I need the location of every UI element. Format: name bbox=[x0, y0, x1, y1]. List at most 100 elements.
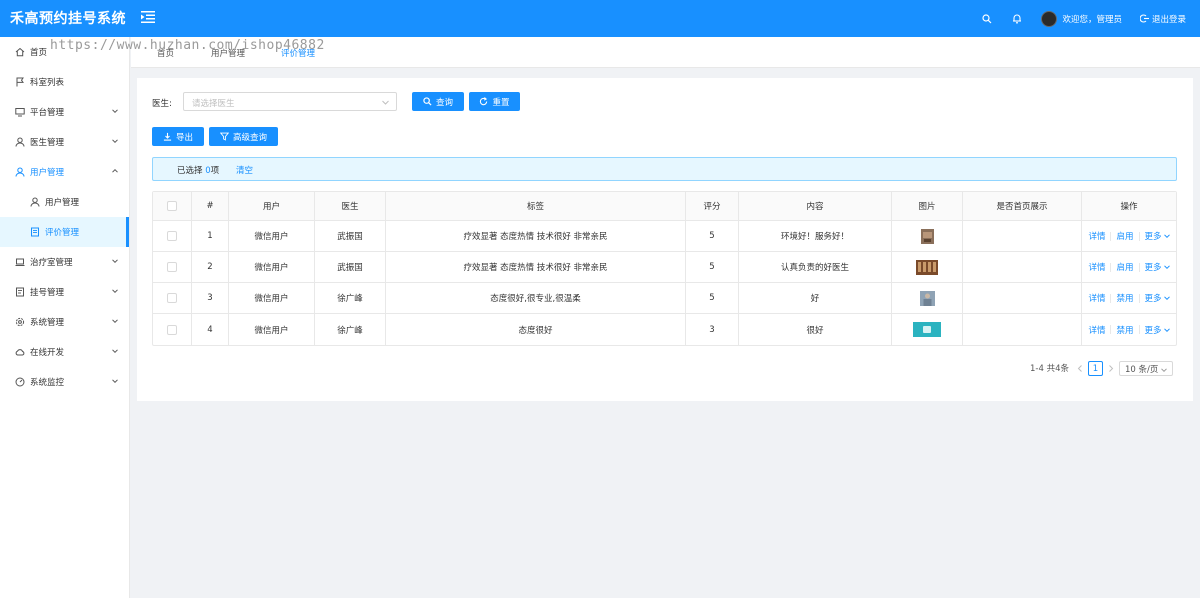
row-checkbox[interactable] bbox=[167, 262, 177, 272]
row-select-cell bbox=[153, 252, 192, 282]
more-label: 更多 bbox=[1144, 232, 1162, 242]
sidebar-item-label: 系统管理 bbox=[30, 318, 65, 328]
disable-link[interactable]: 禁用 bbox=[1116, 292, 1133, 304]
avatar[interactable] bbox=[1041, 10, 1058, 27]
column-header: 标签 bbox=[386, 192, 686, 220]
detail-link[interactable]: 详情 bbox=[1088, 261, 1105, 273]
row-checkbox[interactable] bbox=[167, 293, 177, 303]
detail-link[interactable]: 详情 bbox=[1088, 324, 1105, 336]
sidebar-item-doctors[interactable]: 医生管理 bbox=[0, 127, 129, 157]
chevron-down-icon bbox=[1163, 265, 1170, 270]
column-header: 是否首页展示 bbox=[963, 192, 1082, 220]
search-icon bbox=[423, 97, 432, 106]
content-cell: 很好 bbox=[739, 314, 892, 345]
sidebar-item-platform[interactable]: 平台管理 bbox=[0, 97, 129, 127]
reset-button[interactable]: 重置 bbox=[469, 92, 520, 111]
chevron-down-icon bbox=[112, 319, 118, 324]
user-icon bbox=[15, 167, 25, 177]
sidebar-item-departments[interactable]: 科室列表 bbox=[0, 67, 129, 97]
chevron-down-icon bbox=[112, 289, 118, 294]
column-header: 内容 bbox=[739, 192, 892, 220]
sidebar-item-treatment-rooms[interactable]: 治疗室管理 bbox=[0, 247, 129, 277]
detail-link[interactable]: 详情 bbox=[1088, 292, 1105, 304]
row-checkbox[interactable] bbox=[167, 231, 177, 241]
logout-button[interactable]: 退出登录 bbox=[1139, 13, 1186, 25]
user-cell: 微信用户 bbox=[229, 221, 315, 251]
user-cell: 微信用户 bbox=[229, 314, 315, 345]
disable-link[interactable]: 禁用 bbox=[1116, 324, 1133, 336]
reviews-table: # 用户 医生 标签 评分 内容 图片 是否首页展示 操作 1 微信用户 武振国… bbox=[152, 191, 1177, 346]
sidebar-item-users[interactable]: 用户管理 bbox=[0, 157, 129, 187]
monitor-icon bbox=[15, 107, 25, 117]
detail-link[interactable]: 详情 bbox=[1088, 230, 1105, 242]
more-dropdown[interactable]: 更多 bbox=[1145, 324, 1170, 336]
clear-selection-link[interactable]: 清空 bbox=[236, 164, 253, 176]
active-tab-indicator bbox=[268, 28, 333, 30]
search-icon[interactable] bbox=[981, 13, 993, 25]
sidebar-item-online-dev[interactable]: 在线开发 bbox=[0, 337, 129, 367]
menu-fold-icon[interactable] bbox=[141, 11, 155, 23]
content-cell: 好 bbox=[739, 283, 892, 313]
page-size-select[interactable]: 10 条/页 bbox=[1119, 361, 1173, 376]
chevron-down-icon bbox=[112, 379, 118, 384]
user-icon bbox=[30, 197, 40, 207]
divider bbox=[1110, 262, 1112, 272]
homepage-display-cell bbox=[963, 221, 1082, 251]
review-thumbnail[interactable] bbox=[913, 322, 941, 337]
export-button[interactable]: 导出 bbox=[152, 127, 204, 146]
prev-page-icon[interactable] bbox=[1077, 365, 1083, 372]
more-label: 更多 bbox=[1144, 294, 1162, 304]
sidebar-item-system[interactable]: 系统管理 bbox=[0, 307, 129, 337]
sidebar-item-registrations[interactable]: 挂号管理 bbox=[0, 277, 129, 307]
column-header: 医生 bbox=[315, 192, 386, 220]
doctor-cell: 徐广峰 bbox=[315, 283, 386, 313]
actions-cell: 详情 禁用 更多 bbox=[1082, 314, 1176, 345]
sidebar: 首页 科室列表 平台管理 医生管理 用户管理 用户管理 评价管理 治疗室管理 挂… bbox=[0, 37, 130, 598]
page-size-value: 10 条/页 bbox=[1125, 364, 1159, 375]
tags-cell: 态度很好 bbox=[386, 314, 686, 345]
content-cell: 环境好！服务好！ bbox=[739, 221, 892, 251]
chevron-down-icon bbox=[112, 139, 118, 144]
select-all-checkbox[interactable] bbox=[167, 201, 177, 211]
review-thumbnail[interactable] bbox=[920, 228, 934, 244]
query-button[interactable]: 查询 bbox=[412, 92, 464, 111]
divider bbox=[1138, 325, 1140, 334]
review-thumbnail[interactable] bbox=[916, 259, 938, 275]
more-dropdown[interactable]: 更多 bbox=[1145, 230, 1170, 242]
advanced-query-button[interactable]: 高级查询 bbox=[209, 127, 278, 146]
more-dropdown[interactable]: 更多 bbox=[1145, 261, 1170, 273]
selection-suffix: 项 bbox=[210, 166, 220, 176]
row-checkbox[interactable] bbox=[167, 324, 177, 335]
doctor-select[interactable]: 请选择医生 bbox=[183, 92, 397, 111]
more-dropdown[interactable]: 更多 bbox=[1145, 292, 1170, 304]
sidebar-subitem-user-management[interactable]: 用户管理 bbox=[0, 187, 129, 217]
app-title: 禾高预约挂号系统 bbox=[10, 11, 126, 27]
enable-link[interactable]: 启用 bbox=[1116, 230, 1133, 242]
next-page-icon[interactable] bbox=[1108, 365, 1114, 372]
tags-cell: 疗效显著 态度热情 技术很好 非常亲民 bbox=[386, 252, 686, 282]
reset-button-label: 重置 bbox=[492, 97, 510, 108]
image-cell bbox=[892, 252, 963, 282]
score-cell: 5 bbox=[686, 252, 739, 282]
enable-link[interactable]: 启用 bbox=[1116, 261, 1133, 273]
sidebar-item-label: 平台管理 bbox=[30, 108, 65, 118]
reload-icon bbox=[480, 97, 488, 106]
sidebar-item-label: 用户管理 bbox=[30, 168, 65, 178]
welcome-text: 欢迎您，管理员 bbox=[1062, 14, 1122, 25]
actions-cell: 详情 禁用 更多 bbox=[1082, 283, 1176, 313]
download-icon bbox=[163, 132, 172, 141]
sidebar-item-monitoring[interactable]: 系统监控 bbox=[0, 367, 129, 397]
actions-cell: 详情 启用 更多 bbox=[1082, 221, 1176, 251]
table-row: 2 微信用户 武振国 疗效显著 态度热情 技术很好 非常亲民 5 认真负责的好医… bbox=[153, 252, 1176, 283]
sidebar-item-label: 评价管理 bbox=[45, 228, 80, 238]
row-number: 1 bbox=[192, 221, 229, 251]
logout-label: 退出登录 bbox=[1151, 14, 1186, 25]
page-1-button[interactable]: 1 bbox=[1088, 361, 1103, 376]
divider bbox=[1110, 231, 1112, 241]
review-thumbnail[interactable] bbox=[919, 290, 935, 306]
bell-icon[interactable] bbox=[1011, 13, 1023, 25]
chevron-down-icon bbox=[1161, 368, 1167, 373]
column-header: 评分 bbox=[686, 192, 739, 220]
sidebar-subitem-reviews[interactable]: 评价管理 bbox=[0, 217, 129, 247]
doctor-cell: 徐广峰 bbox=[315, 314, 386, 345]
